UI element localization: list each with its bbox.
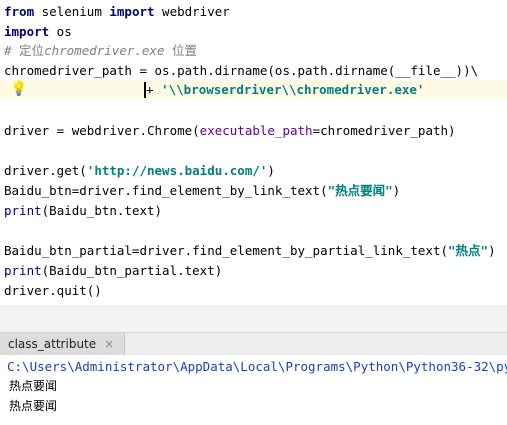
code-text: driver = webdriver.Chrome( [4, 123, 200, 138]
console-output-line: 热点要闻 [9, 399, 58, 413]
keyword: import [4, 24, 50, 39]
code-line-4: chromedriver_path = os.path.dirname(os.p… [4, 61, 478, 81]
run-tab-label: class_attribute [8, 337, 97, 351]
code-text: driver.get( [4, 163, 87, 178]
code-line-6: driver = webdriver.Chrome(executable_pat… [4, 121, 456, 141]
string-literal: '\\browserdriver\\chromedriver.exe' [161, 82, 425, 97]
comment: # 定位 [4, 43, 45, 58]
code-line-5: + '\\browserdriver\\chromedriver.exe' [146, 80, 424, 100]
keyword: from [4, 4, 35, 19]
string-literal: "热点要闻" [327, 183, 393, 198]
code-text: driver.quit() [4, 283, 102, 298]
code-line-11: print(Baidu_btn_partial.text) [4, 261, 222, 281]
code-line-9: print(Baidu_btn.text) [4, 201, 162, 221]
code-text: selenium [34, 4, 110, 19]
code-text: (Baidu_btn_partial.text) [41, 263, 223, 278]
close-icon[interactable]: × [104, 338, 114, 350]
run-tab-class-attribute[interactable]: class_attribute × [0, 333, 126, 355]
code-text: ) [267, 163, 275, 178]
console-output-line: 热点要闻 [9, 379, 58, 393]
code-line-12: driver.quit() [4, 281, 102, 301]
keyword: import [109, 4, 155, 19]
code-line-10: Baidu_btn_partial=driver.find_element_by… [4, 241, 496, 261]
builtin: print [4, 203, 42, 218]
code-text: Baidu_btn_partial=driver.find_element_by… [4, 243, 449, 258]
keyword-argument: executable_path [199, 123, 313, 138]
comment: 位置 [164, 43, 198, 58]
code-editor[interactable]: from selenium import webdriver import os… [0, 0, 507, 305]
code-text: os [49, 24, 72, 39]
console-command-line: C:\Users\Administrator\AppData\Local\Pro… [7, 359, 507, 374]
code-text: chromedriver_path = os.path.dirname(os.p… [4, 63, 479, 78]
code-text: webdriver [154, 4, 230, 19]
code-text: ) [392, 183, 401, 198]
panel-separator [0, 305, 507, 332]
lightbulb-icon[interactable]: 💡 [10, 80, 27, 98]
code-line-1: from selenium import webdriver [4, 2, 230, 22]
code-line-2: import os [4, 22, 72, 42]
comment-italic: chromedriver.exe [44, 43, 165, 58]
code-text: Baidu_btn=driver.find_element_by_link_te… [4, 183, 328, 198]
code-text: =chromedriver_path) [312, 123, 456, 138]
code-line-3: # 定位chromedriver.exe 位置 [4, 41, 197, 61]
code-text: (Baidu_btn.text) [41, 203, 163, 218]
string-literal: "热点" [448, 243, 489, 258]
string-literal: 'http://news.baidu.com/' [86, 163, 268, 178]
code-line-7: driver.get('http://news.baidu.com/') [4, 161, 275, 181]
code-text: + [146, 82, 162, 97]
code-line-8: Baidu_btn=driver.find_element_by_link_te… [4, 181, 400, 201]
run-console[interactable]: C:\Users\Administrator\AppData\Local\Pro… [0, 355, 507, 425]
run-tool-window-header: class_attribute × [0, 332, 507, 356]
code-text: ) [488, 243, 496, 258]
builtin: print [4, 263, 42, 278]
